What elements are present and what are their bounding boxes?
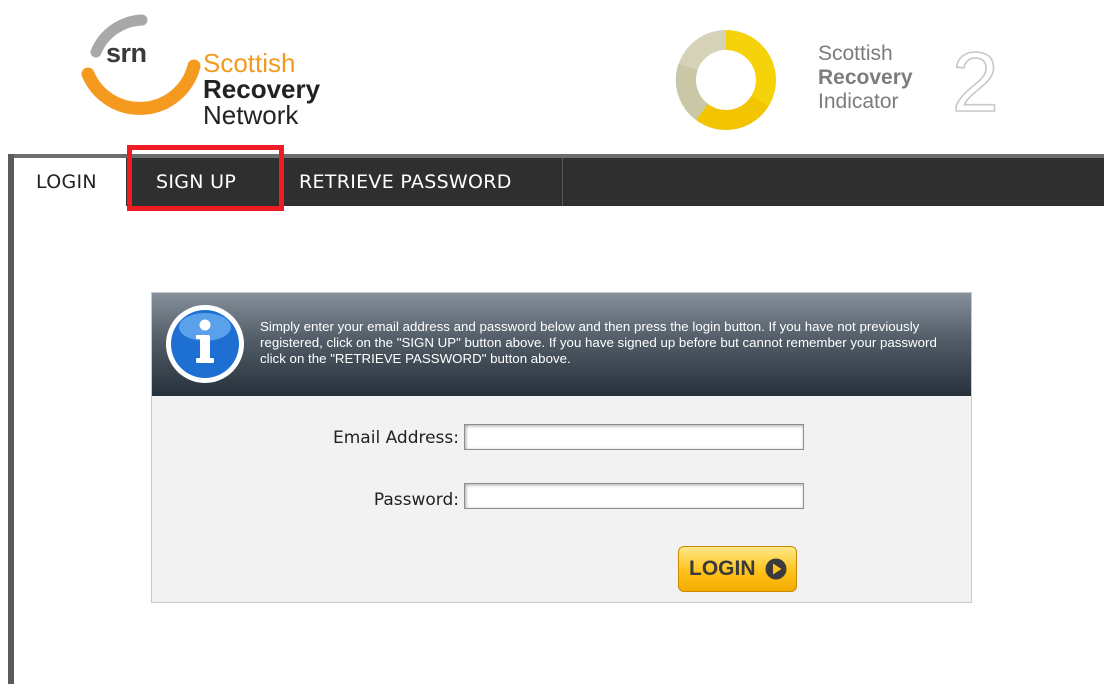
svg-text:2: 2 bbox=[952, 39, 999, 119]
sri-logo: Scottish Recovery Indicator 2 bbox=[672, 25, 1012, 135]
email-field[interactable] bbox=[464, 424, 804, 450]
password-label: Password: bbox=[373, 490, 459, 510]
tab-login[interactable]: LOGIN bbox=[14, 158, 126, 206]
srn-line-scottish: Scottish bbox=[203, 48, 296, 78]
login-button-label: LOGIN bbox=[689, 557, 756, 580]
play-arrow-icon bbox=[765, 558, 787, 580]
srn-swoosh-icon bbox=[81, 14, 201, 115]
sri-line-indicator: Indicator bbox=[818, 90, 899, 113]
sri-line-scottish: Scottish bbox=[818, 42, 893, 65]
sri-numeral: 2 bbox=[951, 39, 999, 119]
login-panel: Simply enter your email address and pass… bbox=[151, 292, 972, 603]
srn-abbr: srn bbox=[106, 38, 147, 68]
password-field[interactable] bbox=[464, 483, 804, 509]
sri-ring-icon bbox=[675, 30, 776, 130]
info-icon bbox=[166, 305, 244, 383]
sri-line-recovery: Recovery bbox=[818, 66, 913, 89]
info-banner: Simply enter your email address and pass… bbox=[152, 293, 971, 396]
sign-up-highlight-box bbox=[127, 145, 284, 211]
info-text: Simply enter your email address and pass… bbox=[260, 319, 937, 366]
frame-left-border bbox=[8, 154, 14, 684]
email-label: Email Address: bbox=[333, 428, 459, 448]
tab-retrieve-password[interactable]: RETRIEVE PASSWORD bbox=[280, 158, 563, 206]
srn-line-recovery: Recovery bbox=[203, 74, 321, 104]
srn-logo: srn Scottish Recovery Network bbox=[76, 14, 356, 139]
login-button[interactable]: LOGIN bbox=[678, 546, 797, 592]
srn-line-network: Network bbox=[203, 100, 299, 130]
